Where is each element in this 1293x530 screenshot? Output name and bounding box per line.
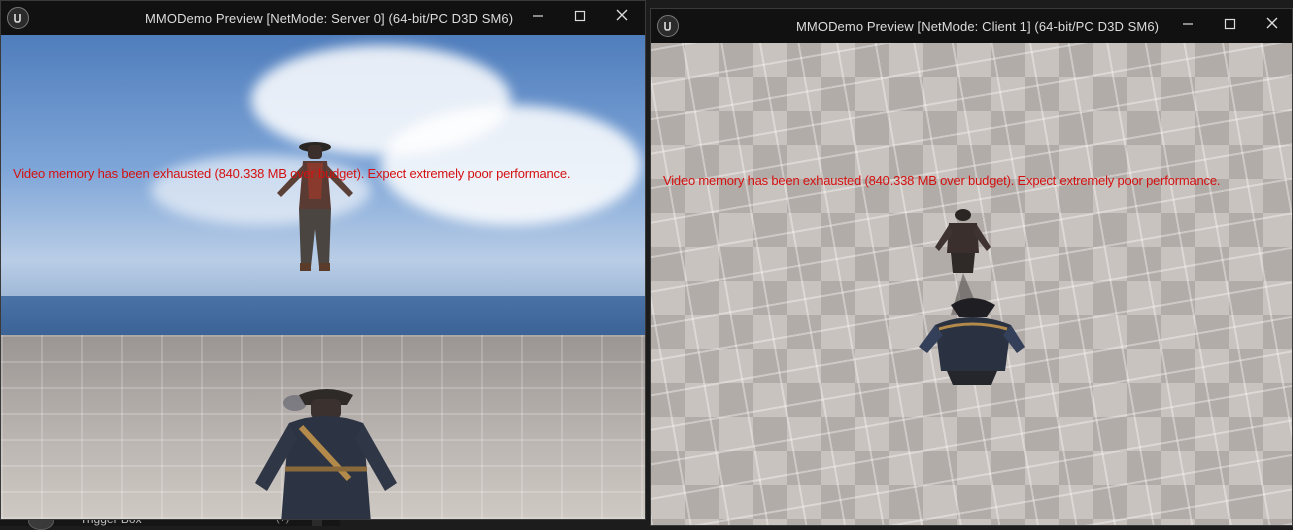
server-preview-window[interactable]: MMODemo Preview [NetMode: Server 0] (64-… (0, 0, 646, 520)
window-title: MMODemo Preview [NetMode: Server 0] (64-… (145, 11, 514, 26)
client-titlebar[interactable]: MMODemo Preview [NetMode: Client 1] (64-… (651, 9, 1292, 43)
server-game-viewport[interactable]: Video memory has been exhausted (840.338… (1, 35, 645, 519)
maximize-icon[interactable] (569, 7, 591, 27)
window-title: MMODemo Preview [NetMode: Client 1] (64-… (796, 19, 1160, 34)
local-player-character (255, 389, 397, 519)
close-icon[interactable] (611, 7, 633, 27)
ocean (1, 296, 645, 336)
video-memory-warning: Video memory has been exhausted (840.338… (663, 173, 1221, 188)
unreal-logo-icon[interactable] (7, 7, 29, 29)
close-icon[interactable] (1261, 15, 1283, 35)
server-titlebar[interactable]: MMODemo Preview [NetMode: Server 0] (64-… (1, 1, 645, 35)
minimize-icon[interactable] (527, 7, 549, 27)
minimize-icon[interactable] (1177, 15, 1199, 35)
client-preview-window[interactable]: MMODemo Preview [NetMode: Client 1] (64-… (650, 8, 1293, 526)
client-game-viewport[interactable]: Video memory has been exhausted (840.338… (651, 43, 1292, 525)
cloud (381, 105, 641, 225)
remote-player-character (277, 142, 353, 271)
unreal-logo-icon[interactable] (657, 15, 679, 37)
local-player-character (919, 298, 1025, 385)
video-memory-warning: Video memory has been exhausted (840.338… (13, 166, 571, 181)
maximize-icon[interactable] (1219, 15, 1241, 35)
